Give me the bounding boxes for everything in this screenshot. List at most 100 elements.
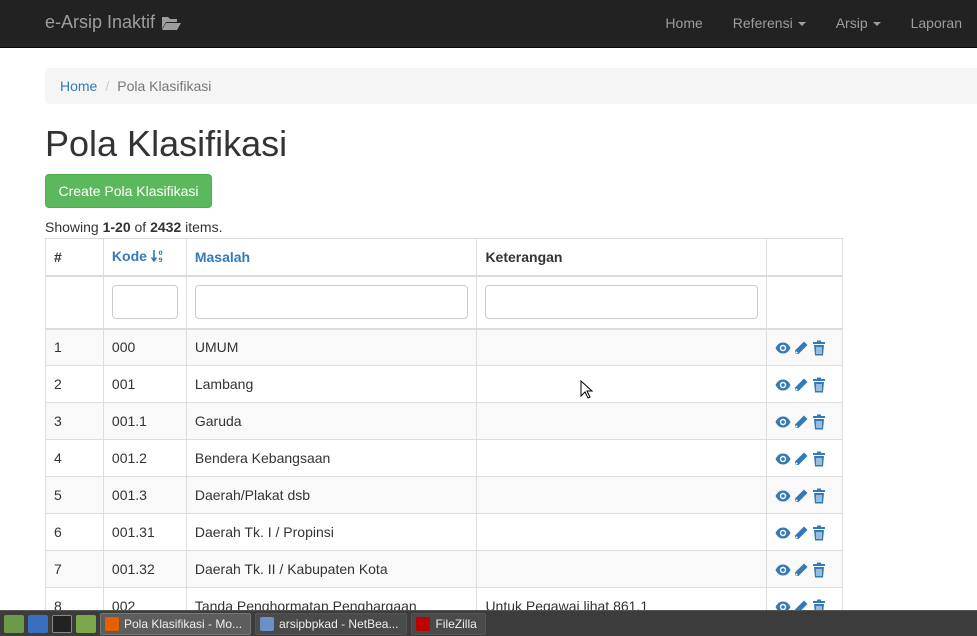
cell-masalah: UMUM [185, 328, 478, 366]
cell-num: 6 [45, 513, 104, 551]
delete-icon[interactable] [811, 377, 827, 393]
breadcrumb-separator: / [105, 78, 110, 94]
filezilla-icon [416, 616, 431, 631]
filter-cell-masalah [185, 275, 478, 330]
column-header-masalah: Masalah [185, 238, 478, 277]
cell-num: 4 [45, 439, 104, 477]
filter-cell-empty [45, 275, 104, 330]
view-icon[interactable] [775, 414, 791, 430]
cell-masalah: Daerah Tk. II / Kabupaten Kota [185, 550, 478, 588]
view-icon[interactable] [775, 377, 791, 393]
file-manager-launcher-icon[interactable] [76, 614, 96, 633]
edit-icon[interactable] [793, 562, 809, 578]
cell-masalah: Daerah Tk. I / Propinsi [185, 513, 478, 551]
brand-link[interactable]: e-Arsip Inaktif [45, 12, 182, 33]
table-row: 3 001.1 Garuda [45, 402, 844, 440]
sort-masalah-link[interactable]: Masalah [195, 249, 250, 265]
summary-prefix: Showing [45, 219, 99, 235]
brand-text: e-Arsip Inaktif [45, 12, 156, 32]
sort-ascending-icon: 09 [150, 249, 165, 266]
cell-masalah: Bendera Kebangsaan [185, 439, 478, 477]
masalah-filter-input[interactable] [194, 285, 469, 319]
cell-num: 1 [45, 328, 104, 366]
table-row: 5 001.3 Daerah/Plakat dsb [45, 476, 844, 514]
cell-keterangan [476, 402, 767, 440]
cell-keterangan [476, 439, 767, 477]
cell-actions [765, 513, 844, 551]
task-label: Pola Klasifikasi - Mo... [124, 616, 243, 631]
delete-icon[interactable] [811, 562, 827, 578]
main-nav: Home Referensi Arsip Laporan [650, 0, 977, 48]
task-label: FileZilla [435, 616, 477, 631]
view-icon[interactable] [775, 340, 791, 356]
taskbar-task-browser[interactable]: Pola Klasifikasi - Mo... [100, 612, 252, 635]
cell-keterangan [476, 365, 767, 403]
delete-icon[interactable] [811, 340, 827, 356]
sort-kode-link[interactable]: Kode 0 9 [112, 248, 165, 264]
nav-arsip-label: Arsip [835, 15, 868, 31]
cell-keterangan [476, 328, 767, 366]
cell-keterangan [476, 550, 767, 588]
cell-num: 2 [45, 365, 104, 403]
nav-referensi[interactable]: Referensi [718, 0, 821, 48]
nav-home[interactable]: Home [650, 0, 717, 48]
show-desktop-icon[interactable] [4, 614, 24, 633]
table-filter-row [45, 275, 844, 330]
edit-icon[interactable] [793, 414, 809, 430]
cell-kode: 001.1 [102, 402, 187, 440]
summary-of: of [134, 219, 147, 235]
view-icon[interactable] [775, 525, 791, 541]
delete-icon[interactable] [811, 525, 827, 541]
kode-label: Kode [111, 247, 147, 264]
cell-kode: 001 [102, 365, 187, 403]
table-row: 2 001 Lambang [45, 365, 844, 403]
top-navbar: e-Arsip Inaktif Home Referensi Arsip Lap… [0, 0, 977, 48]
edit-icon[interactable] [793, 340, 809, 356]
taskbar-task-netbeans[interactable]: arsipbpkad - NetBea... [255, 612, 408, 635]
table-row: 7 001.32 Daerah Tk. II / Kabupaten Kota [45, 550, 844, 588]
breadcrumb-home-link[interactable]: Home [60, 78, 97, 94]
edit-icon[interactable] [793, 525, 809, 541]
mouse-pointer-icon [580, 379, 594, 400]
delete-icon[interactable] [811, 488, 827, 504]
nav-laporan[interactable]: Laporan [896, 0, 977, 48]
nav-arsip[interactable]: Arsip [821, 0, 896, 48]
cell-kode: 001.2 [102, 439, 187, 477]
cell-kode: 001.3 [102, 476, 187, 514]
table-header-row: # Kode 0 9 Masalah Keterangan [45, 238, 844, 277]
breadcrumb: Home / Pola Klasifikasi [45, 68, 977, 104]
summary-suffix: items. [185, 219, 223, 235]
filter-cell-empty [765, 275, 844, 330]
keterangan-filter-input[interactable] [485, 285, 758, 319]
svg-text:9: 9 [158, 257, 162, 263]
filter-cell-keterangan [476, 275, 767, 330]
cell-actions [765, 476, 844, 514]
folder-open-icon [161, 15, 182, 31]
edit-icon[interactable] [793, 377, 809, 393]
page-title: Pola Klasifikasi [45, 123, 288, 164]
view-icon[interactable] [775, 562, 791, 578]
table-row: 4 001.2 Bendera Kebangsaan [45, 439, 844, 477]
cell-masalah: Garuda [185, 402, 478, 440]
cell-keterangan [476, 513, 767, 551]
view-icon[interactable] [775, 488, 791, 504]
create-pola-klasifikasi-button[interactable]: Create Pola Klasifikasi [45, 174, 212, 208]
cell-num: 3 [45, 402, 104, 440]
nav-referensi-label: Referensi [732, 15, 793, 31]
kode-filter-input[interactable] [111, 285, 178, 319]
delete-icon[interactable] [811, 414, 827, 430]
firefox-icon [105, 616, 119, 631]
nav-laporan-label: Laporan [910, 15, 962, 31]
delete-icon[interactable] [811, 451, 827, 467]
taskbar-task-filezilla[interactable]: FileZilla [411, 612, 486, 635]
terminal-launcher-icon[interactable] [52, 614, 72, 633]
firefox-launcher-icon[interactable] [28, 614, 48, 633]
cell-num: 5 [45, 476, 104, 514]
summary-total: 2432 [150, 219, 182, 235]
netbeans-icon [260, 616, 275, 631]
view-icon[interactable] [775, 451, 791, 467]
os-taskbar: Pola Klasifikasi - Mo... arsipbpkad - Ne… [0, 610, 977, 636]
cell-kode: 001.31 [102, 513, 187, 551]
edit-icon[interactable] [793, 488, 809, 504]
edit-icon[interactable] [793, 451, 809, 467]
